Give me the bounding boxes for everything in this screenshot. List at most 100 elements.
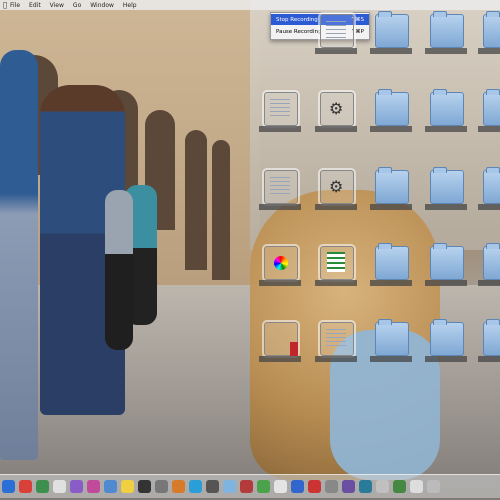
desktop-document-icon[interactable]: [315, 12, 357, 60]
desktop-folder-icon[interactable]: [478, 167, 500, 216]
app-icon[interactable]: [376, 480, 389, 493]
desktop-folder-icon[interactable]: [370, 319, 412, 368]
document-icon: [262, 168, 300, 206]
folder-icon: [483, 319, 500, 356]
wallpaper-person: [0, 50, 38, 460]
desktop-document-icon[interactable]: [315, 320, 357, 368]
system-preferences-icon[interactable]: [155, 480, 168, 493]
trash-icon[interactable]: [427, 480, 440, 493]
app-icon[interactable]: [410, 480, 423, 493]
menu-file[interactable]: File: [10, 2, 20, 9]
app-icon[interactable]: [274, 480, 287, 493]
desktop-folder-icon[interactable]: [478, 243, 500, 292]
folder-icon: [483, 11, 500, 48]
desktop-folder-icon[interactable]: [425, 243, 467, 292]
icon-label: [370, 280, 412, 286]
dock: [0, 474, 500, 498]
desktop-folder-icon[interactable]: [425, 11, 467, 60]
icon-label: [425, 48, 467, 54]
desktop-photo-icon[interactable]: [315, 168, 357, 216]
document-icon: [318, 12, 356, 50]
icon-label: [425, 356, 467, 362]
wallpaper-person: [105, 190, 133, 350]
desktop-folder-icon[interactable]: [370, 243, 412, 292]
spreadsheet-icon: [318, 244, 356, 282]
desktop-folder-icon[interactable]: [478, 319, 500, 368]
folder-icon: [483, 89, 500, 126]
desktop-folder-icon[interactable]: [425, 319, 467, 368]
apple-menu-icon[interactable]: : [0, 1, 10, 9]
folder-icon: [430, 167, 464, 204]
icon-label: [370, 204, 412, 210]
app-icon[interactable]: [359, 480, 372, 493]
desktop-color-document-icon[interactable]: [259, 244, 301, 292]
folder-icon: [375, 89, 409, 126]
folder-icon: [430, 319, 464, 356]
app-icon[interactable]: [240, 480, 253, 493]
app-icon[interactable]: [291, 480, 304, 493]
desktop-folder-icon[interactable]: [478, 11, 500, 60]
terminal-icon[interactable]: [138, 480, 151, 493]
folder-icon: [483, 167, 500, 204]
app-icon[interactable]: [308, 480, 321, 493]
menu-go[interactable]: Go: [73, 2, 81, 9]
folder-icon: [483, 243, 500, 280]
folder-icon: [430, 89, 464, 126]
app-icon[interactable]: [172, 480, 185, 493]
desktop-folder-icon[interactable]: [370, 11, 412, 60]
icon-label: [259, 126, 301, 132]
preview-icon[interactable]: [104, 480, 117, 493]
folder-icon: [375, 243, 409, 280]
folder-icon: [430, 11, 464, 48]
itunes-icon[interactable]: [87, 480, 100, 493]
pdf-document-icon: [262, 320, 300, 358]
icon-label: [315, 126, 357, 132]
icon-label: [370, 356, 412, 362]
menu-view[interactable]: View: [50, 2, 64, 9]
document-icon: [262, 90, 300, 128]
menu-window[interactable]: Window: [90, 2, 114, 9]
photos-icon[interactable]: [70, 480, 83, 493]
icon-label: [315, 356, 357, 362]
app-icon[interactable]: [342, 480, 355, 493]
app-icon[interactable]: [189, 480, 202, 493]
desktop-folder-icon[interactable]: [425, 167, 467, 216]
menu-bar:  File Edit View Go Window Help: [0, 0, 500, 10]
color-wheel-icon: [262, 244, 300, 282]
image-file-icon: [318, 168, 356, 206]
folder-icon: [375, 319, 409, 356]
folder-icon: [375, 11, 409, 48]
document-icon: [318, 320, 356, 358]
app-icon[interactable]: [257, 480, 270, 493]
desktop-folder-icon[interactable]: [478, 89, 500, 138]
desktop-photo-icon[interactable]: [315, 90, 357, 138]
app-icon[interactable]: [393, 480, 406, 493]
desktop-document-icon[interactable]: [259, 90, 301, 138]
app-icon[interactable]: [325, 480, 338, 493]
icon-label: [259, 204, 301, 210]
menu-help[interactable]: Help: [123, 2, 137, 9]
menu-edit[interactable]: Edit: [29, 2, 41, 9]
icon-label: [315, 204, 357, 210]
icon-label: [478, 48, 500, 54]
calendar-icon[interactable]: [53, 480, 66, 493]
desktop-folder-icon[interactable]: [370, 167, 412, 216]
desktop-folder-icon[interactable]: [370, 89, 412, 138]
desktop-spreadsheet-icon[interactable]: [315, 244, 357, 292]
folder-icon: [430, 243, 464, 280]
finder-icon[interactable]: [2, 480, 15, 493]
desktop-document-icon[interactable]: [259, 168, 301, 216]
icon-label: [425, 126, 467, 132]
mail-icon[interactable]: [19, 480, 32, 493]
safari-icon[interactable]: [36, 480, 49, 493]
desktop-pdf-icon[interactable]: [259, 320, 301, 368]
app-icon[interactable]: [223, 480, 236, 493]
notes-icon[interactable]: [121, 480, 134, 493]
icon-label: [259, 280, 301, 286]
icon-label: [478, 204, 500, 210]
menu-item-label: Stop Recording: [276, 16, 318, 23]
desktop-folder-icon[interactable]: [425, 89, 467, 138]
app-icon[interactable]: [206, 480, 219, 493]
icon-label: [478, 356, 500, 362]
icon-label: [425, 280, 467, 286]
